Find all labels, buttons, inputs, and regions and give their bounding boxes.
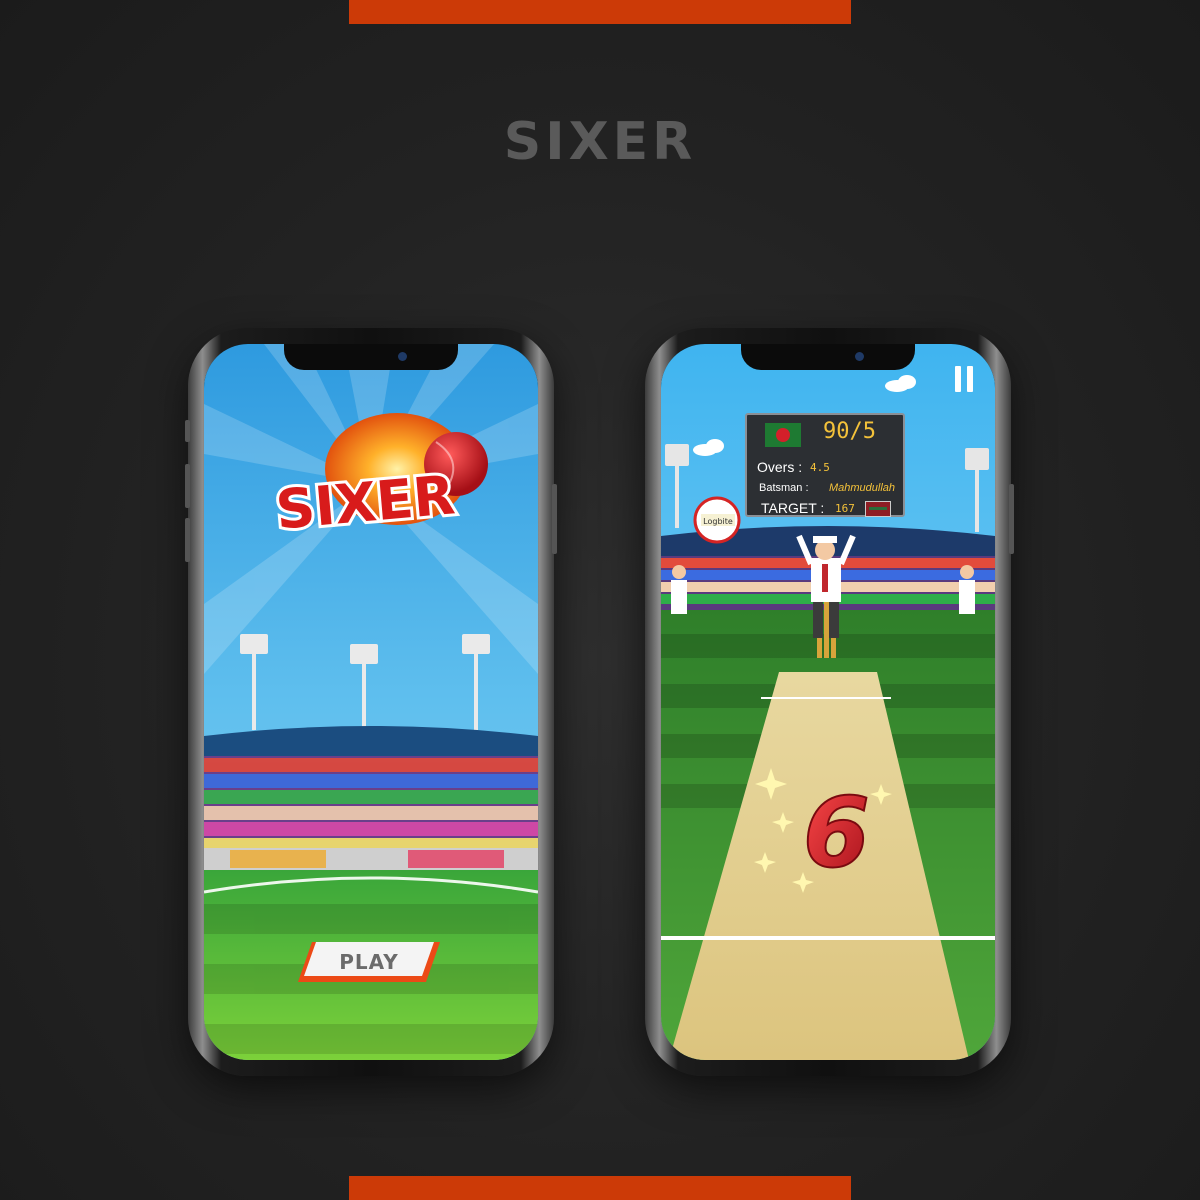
gameplay-screen: Logbite 6 90/5 Overs: 4.5 Batsman: Mah…	[661, 344, 995, 1060]
mute-switch	[185, 420, 190, 442]
phone-frame-right: Logbite 6 90/5 Overs: 4.5 Batsman: Mah…	[645, 328, 1014, 1076]
page-title: SIXER	[503, 112, 697, 172]
notch	[284, 344, 458, 370]
score: 90/5	[823, 419, 876, 444]
volume-up-button	[185, 464, 190, 508]
pause-icon[interactable]	[953, 366, 975, 392]
pause-bar-right	[967, 366, 973, 392]
target-value: 167	[835, 502, 855, 515]
bottom-accent-bar	[349, 1176, 851, 1200]
volume-down-button	[185, 518, 190, 562]
batsman-label: Batsman :	[759, 482, 809, 494]
billboard-text: Logbite	[703, 517, 733, 526]
notch	[741, 344, 915, 370]
batting-team-flag	[765, 423, 801, 447]
camera-icon	[855, 352, 864, 361]
target-label: TARGET :	[761, 500, 825, 516]
six-runs-indicator: 6	[803, 777, 870, 889]
power-button	[552, 484, 557, 554]
pause-bar-left	[955, 366, 961, 392]
crowd	[204, 756, 538, 848]
scoreboard: 90/5 Overs : 4.5 Batsman : Mahmudullah T…	[745, 413, 905, 517]
overs-value: 4.5	[810, 461, 830, 474]
batsman-value: Mahmudullah	[829, 482, 896, 494]
bowling-team-flag	[865, 501, 891, 517]
play-button-label: PLAY	[339, 950, 399, 974]
top-accent-bar	[349, 0, 851, 24]
title-screen: SIXER PLAY	[204, 344, 538, 1060]
overs-label: Overs :	[757, 459, 803, 475]
logbite-billboard: Logbite	[693, 496, 741, 544]
play-button[interactable]: PLAY	[304, 942, 434, 982]
camera-icon	[398, 352, 407, 361]
phone-frame-left: SIXER PLAY	[185, 328, 557, 1076]
power-button	[1009, 484, 1014, 554]
